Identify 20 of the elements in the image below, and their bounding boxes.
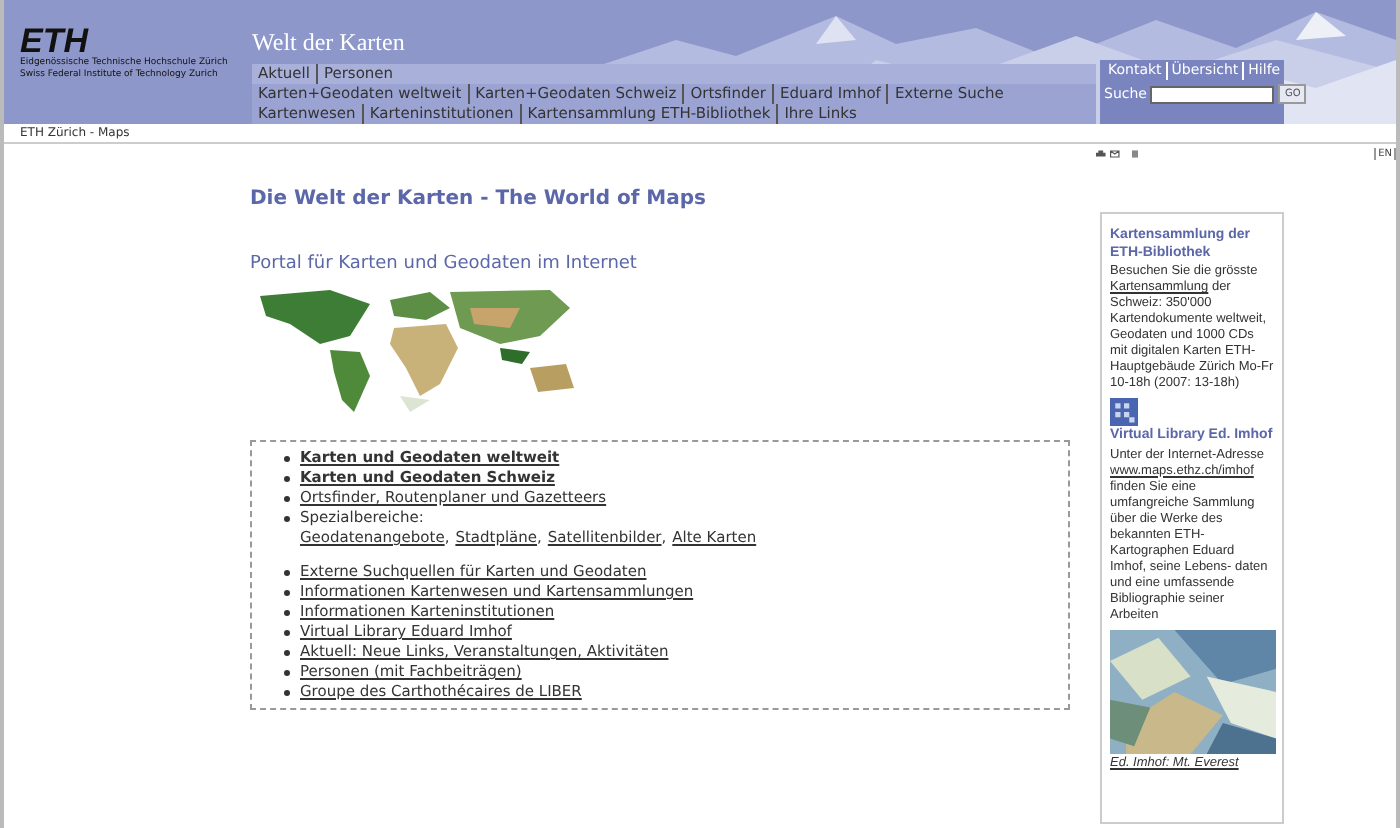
search-field[interactable] [1150,85,1275,104]
bullet-icon [284,496,290,502]
bullet-icon [284,670,290,676]
logo[interactable]: ETH [20,24,232,58]
bullet-icon [284,476,290,482]
print-icon[interactable] [1096,148,1106,160]
bullet-icon [284,650,290,656]
site-title: Welt der Karten [252,26,407,58]
bullet-icon [284,516,290,522]
subtitle: Portal für Karten und Geodaten im Internet [250,252,639,276]
bullet-icon [284,690,290,696]
list-icon[interactable] [1131,148,1139,160]
bullet-icon [284,590,290,596]
bullet-icon [284,456,290,462]
page-title: Die Welt der Karten - The World of Maps [250,186,708,214]
mail-icon[interactable] [1109,148,1120,160]
library-icon[interactable] [1110,398,1138,426]
bullet-icon [284,610,290,616]
bullet-icon [284,630,290,636]
bullet-icon [284,570,290,576]
